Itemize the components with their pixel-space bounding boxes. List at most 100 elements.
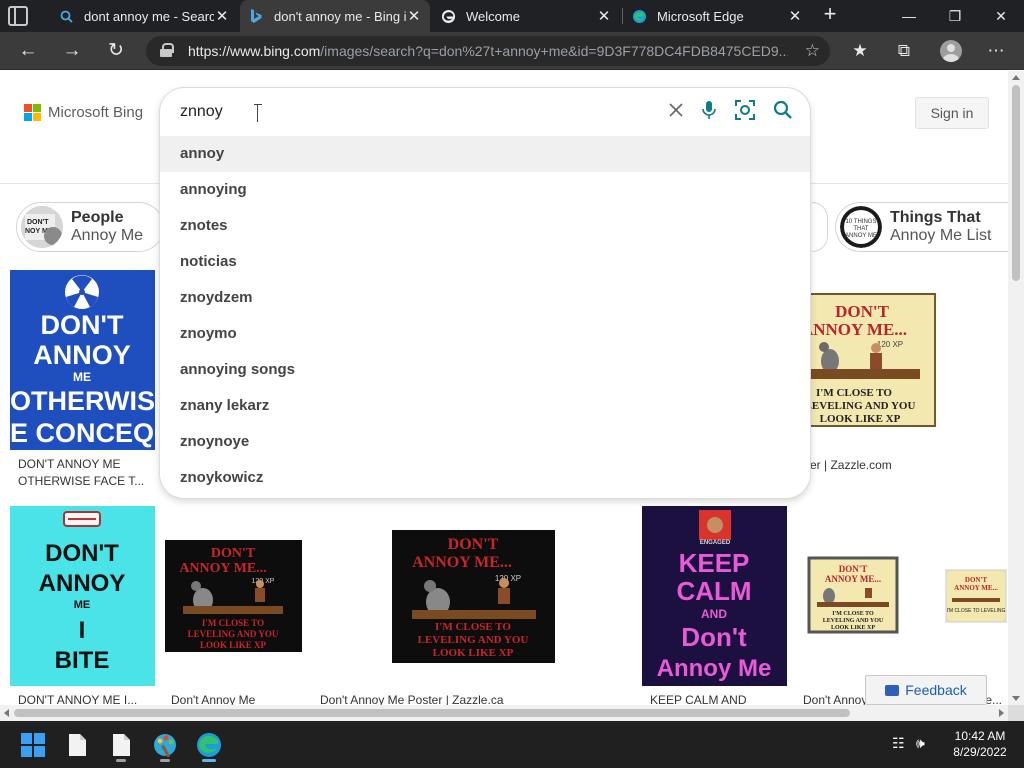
poster-text: LOOK LIKE XP [820,413,901,425]
sign-in-button[interactable]: Sign in [915,97,989,129]
poster-text: DON'T [41,310,124,340]
poster-text: ANNOY ME... [954,584,998,592]
result-caption[interactable]: KEEP CALM AND Don't... [650,692,781,705]
forward-button[interactable]: → [58,37,86,65]
result-image[interactable]: DON'T ANNOY ME... I'M CLOSE TO LEVELING [918,506,1008,686]
chip-title: Things That [890,209,981,226]
image-result[interactable]: DON'T ANNOY ME... 120 XP I'M CLOSE TO LE… [312,506,634,705]
poster-text: AND [701,607,727,621]
close-tab-icon[interactable]: ✕ [214,7,230,25]
poster-text: BITE [55,647,110,674]
suggestion-item[interactable]: znoymo [160,316,810,352]
url-text[interactable]: https://www.bing.com/images/search?q=don… [188,43,788,59]
navigation-bar: ← → ↻ https://www.bing.com/images/search… [0,32,1024,70]
search-submit-icon[interactable] [770,100,796,126]
result-image[interactable]: DON'T ANNOY ME... 120 XP I'M CLOSE TO LE… [808,293,936,427]
image-result[interactable]: DON'T ANNOY ME OTHERWISE E CONCEQU DON'T… [10,270,155,495]
favorites-icon[interactable]: ★ [846,37,874,65]
tab-bing-images[interactable]: don't annoy me - Bing images ✕ [240,0,430,32]
result-caption[interactable]: DON'T ANNOY ME I... [18,692,149,705]
suggestion-item[interactable]: annoying songs [160,352,810,388]
scroll-thumb[interactable] [14,709,850,717]
poster-text: ANNOY ME... [810,320,907,339]
add-favorite-icon[interactable]: ☆ [805,41,820,61]
address-bar[interactable]: https://www.bing.com/images/search?q=don… [146,36,830,66]
profile-avatar[interactable] [940,40,962,62]
search-autosuggest: znnoy annoy annoying znotes noticias zno… [160,88,810,498]
paint-app-icon[interactable] [149,729,181,762]
microphone-icon[interactable] [696,100,722,126]
result-image[interactable]: DON'T ANNOY ME OTHERWISE E CONCEQU [10,270,155,450]
close-window-button[interactable]: ✕ [978,0,1024,32]
volume-icon[interactable]: 🕪 [916,735,925,752]
close-tab-icon[interactable]: ✕ [787,7,803,25]
scroll-thumb[interactable] [1012,85,1020,281]
horizontal-scrollbar[interactable] [0,705,1008,721]
suggestion-item[interactable]: noticias [160,244,810,280]
system-clock[interactable]: 10:42 AM 8/29/2022 [944,728,1016,760]
result-caption[interactable]: Don't Annoy Me Poster | Zazzle.ca [320,692,628,705]
lock-icon[interactable] [160,43,174,57]
chip-partial[interactable] [812,202,828,252]
feedback-button[interactable]: Feedback [865,675,987,705]
result-image[interactable]: ENGAGED KEEP CALM AND Don't Annoy Me [642,506,787,686]
suggestion-item[interactable]: znoydzem [160,280,810,316]
clear-search-icon[interactable] [663,100,689,126]
scroll-down-icon[interactable] [1012,696,1020,701]
result-image[interactable]: DON'T ANNOY ME... 120 XP I'M CLOSE TO LE… [312,506,634,686]
poster-text: DON'T [211,546,256,561]
scroll-right-icon[interactable] [999,709,1004,717]
tab-search[interactable]: dont annoy me - Search ✕ [50,0,238,32]
file-icon[interactable] [105,729,137,762]
image-result[interactable]: DON'T ANNOY ME... 120 XP I'M CLOSE TO LE… [808,293,936,473]
image-result[interactable]: ENGAGED KEEP CALM AND Don't Annoy Me KEE… [642,506,787,705]
suggestion-item[interactable]: znoykowicz [160,460,810,496]
tab-actions-icon[interactable] [8,6,28,26]
suggestion-item[interactable]: annoying [160,172,810,208]
suggestion-item[interactable]: znotes [160,208,810,244]
result-image[interactable]: DON'T ANNOY ME... I'M CLOSE TO LEVELING … [795,506,910,686]
result-caption[interactable]: er | Zazzle.com [810,457,930,475]
collections-icon[interactable]: ⧉ [890,37,918,65]
suggestion-item[interactable]: znany lekarz [160,388,810,424]
result-image[interactable]: DON'T ANNOY ME I BITE [10,506,155,686]
scroll-left-icon[interactable] [4,709,9,717]
bing-logo[interactable]: Microsoft Bing [24,104,143,121]
poster-text: I'M CLOSE TO [202,618,264,628]
result-caption[interactable]: Don't Annoy Me Poster... [171,692,298,705]
settings-more-icon[interactable]: ⋯ [982,37,1010,65]
visual-search-icon[interactable] [732,100,758,126]
network-icon[interactable]: ☷ [892,735,905,752]
file-icon[interactable] [61,729,93,761]
result-image[interactable]: DON'T ANNOY ME... 120 XP I'M CLOSE TO LE… [163,506,304,686]
close-tab-icon[interactable]: ✕ [596,7,612,25]
edge-taskbar-icon[interactable] [193,729,225,762]
chip-things-that-annoy-me-list[interactable]: 10 THINGS THAT ANNOY ME Things That Annoy … [835,202,1008,252]
back-button[interactable]: ← [14,37,42,65]
chip-subtitle: Annoy Me [71,227,144,244]
suggestion-item[interactable]: annoy [160,136,810,172]
minimize-button[interactable]: — [886,0,932,32]
microsoft-logo-icon [24,104,41,121]
search-query[interactable]: znnoy [180,103,223,121]
search-input[interactable]: znnoy [160,88,810,136]
start-button[interactable] [17,729,49,761]
scroll-up-icon[interactable] [1012,75,1020,80]
tab-microsoft-edge[interactable]: Microsoft Edge ✕ [623,0,811,32]
close-tab-icon[interactable]: ✕ [406,7,422,25]
result-caption[interactable]: DON'T ANNOY ME OTHERWISE FACE T... [18,456,149,492]
tab-bar: dont annoy me - Search ✕ don't annoy me … [0,0,1024,32]
chip-text: Things That Annoy Me List [890,209,991,245]
image-result[interactable]: DON'T ANNOY ME I BITE DON'T ANNOY ME I..… [10,506,155,705]
chip-people-annoy-me[interactable]: DON'T NOY ME People Annoy Me [16,202,164,252]
refresh-button[interactable]: ↻ [102,37,130,65]
tab-welcome[interactable]: Welcome ✕ [432,0,620,32]
restore-button[interactable]: ❐ [932,0,978,32]
new-tab-button[interactable]: + [818,3,842,27]
suggestion-item[interactable]: znoynoye [160,424,810,460]
vertical-scrollbar[interactable] [1008,71,1024,705]
image-result[interactable]: DON'T ANNOY ME... 120 XP I'M CLOSE TO LE… [163,506,304,705]
chip-thumb-text: ANNOY ME [845,233,877,239]
poster-text: LOOK LIKE XP [831,625,875,631]
poster-text: DON'T [839,564,868,574]
